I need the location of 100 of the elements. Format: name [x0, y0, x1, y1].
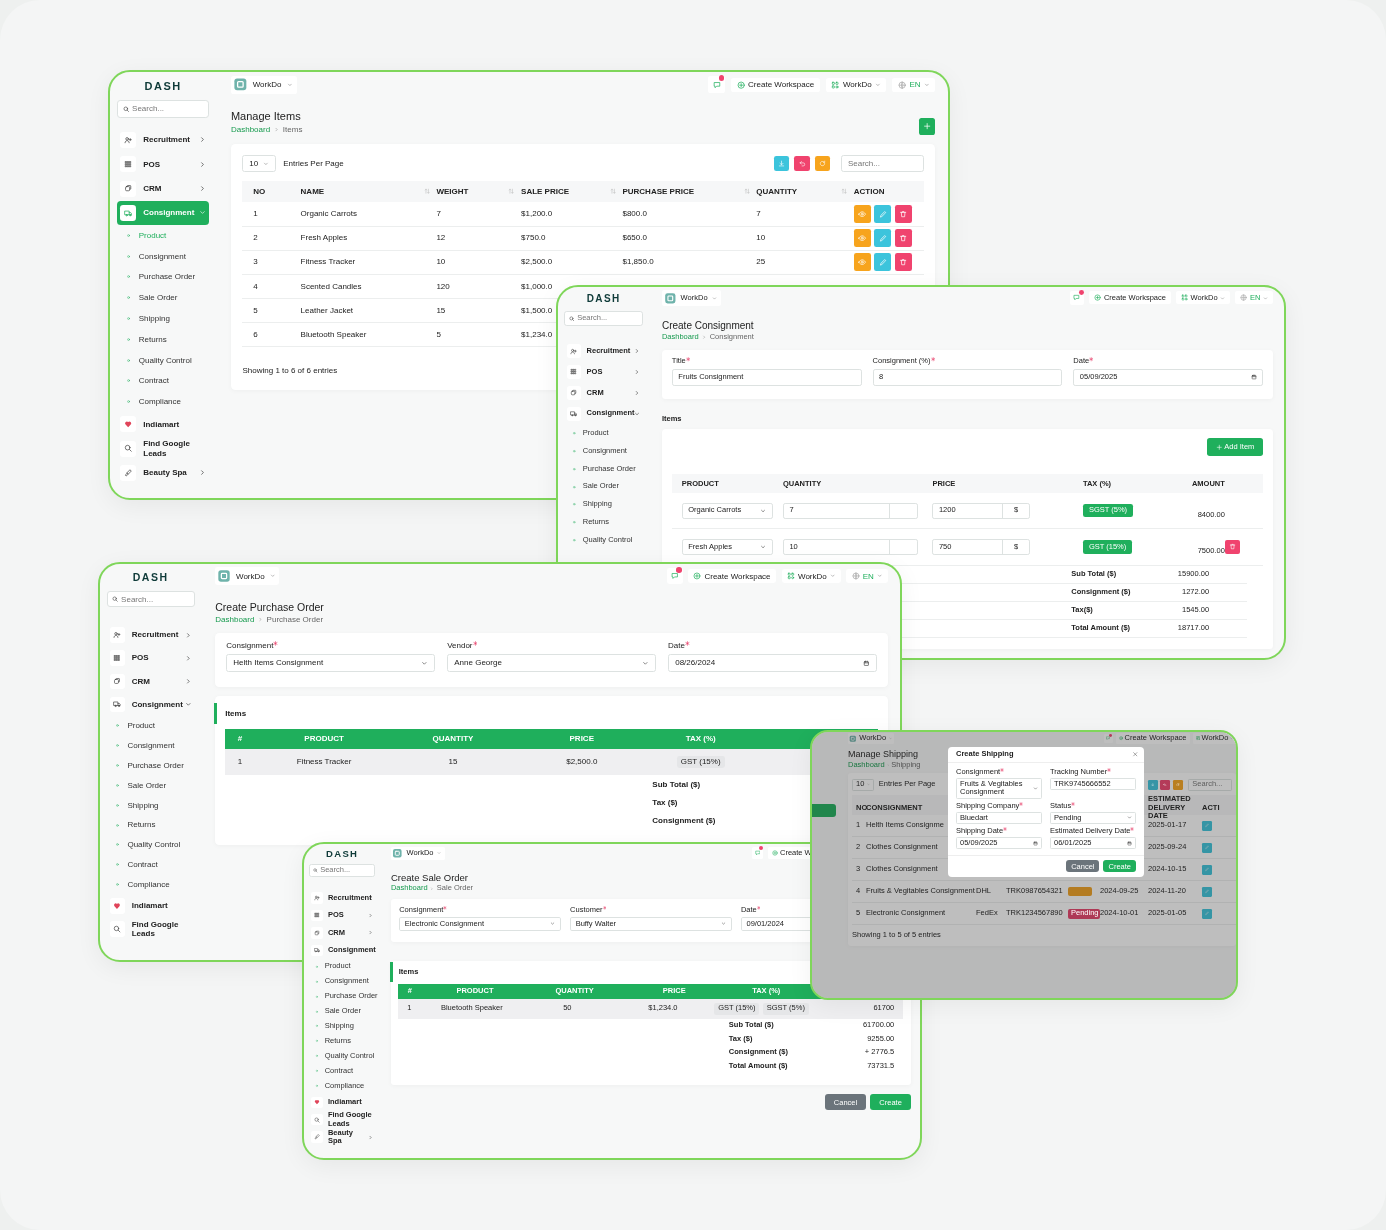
- sidebar-item[interactable]: Recruitment: [106, 623, 195, 647]
- table-cell: 7: [756, 209, 761, 219]
- bullet-icon: [115, 763, 121, 768]
- logo: DASH: [586, 293, 621, 305]
- sidebar-item[interactable]: CRM: [106, 669, 195, 693]
- column-header: PRICE: [569, 734, 594, 744]
- plus-icon: [1215, 443, 1223, 451]
- sidebar-item[interactable]: Indiamart: [106, 894, 195, 918]
- table-cell: 6: [253, 329, 258, 339]
- sidebar-subitem[interactable]: Purchase Order: [106, 755, 195, 776]
- view-button[interactable]: [853, 229, 871, 247]
- create-workspace-button[interactable]: Create Workspace: [688, 569, 777, 584]
- sidebar-item[interactable]: POS: [117, 152, 210, 177]
- sidebar-subitem[interactable]: Shipping: [117, 308, 210, 329]
- date-field[interactable]: 08/26/2024: [668, 653, 877, 673]
- delete-button[interactable]: [1224, 539, 1240, 555]
- download-button[interactable]: [774, 156, 790, 172]
- sidebar-subitem[interactable]: Sale Order: [117, 287, 210, 309]
- delete-button[interactable]: [894, 229, 912, 247]
- sidebar-item[interactable]: POS: [106, 646, 195, 670]
- bullet-icon: [115, 881, 121, 887]
- sidebar-subitem[interactable]: Consignment: [106, 735, 195, 756]
- sidebar-subitem[interactable]: Compliance: [117, 391, 210, 413]
- sidebar-item[interactable]: Indiamart: [117, 412, 210, 437]
- search-field[interactable]: Search...: [117, 100, 210, 118]
- refresh-button[interactable]: [814, 156, 831, 172]
- breadcrumb-link[interactable]: Dashboard: [215, 615, 255, 625]
- search-field[interactable]: Search...: [106, 590, 195, 608]
- sidebar-item[interactable]: Find Google Leads: [106, 917, 195, 941]
- chat-button[interactable]: [666, 568, 683, 585]
- trash-icon: [899, 209, 908, 219]
- edit-button[interactable]: [874, 229, 892, 247]
- sidebar-subitem[interactable]: Shipping: [106, 795, 195, 816]
- column-header: WEIGHT: [436, 187, 469, 197]
- table-cell: $1,234.0: [521, 329, 553, 339]
- search-icon: [113, 925, 122, 933]
- entries-label: Entries Per Page: [283, 159, 344, 169]
- undo-button[interactable]: [1160, 779, 1171, 790]
- create-workspace-button[interactable]: Create Workspace: [730, 77, 820, 92]
- delete-button[interactable]: [894, 253, 912, 271]
- chat-button[interactable]: [751, 847, 764, 860]
- breadcrumb-link[interactable]: Dashboard: [230, 124, 271, 135]
- close-button[interactable]: [1131, 751, 1138, 758]
- sidebar-subitem[interactable]: Contract: [117, 370, 210, 392]
- sidebar-subitem[interactable]: Returns: [117, 329, 210, 350]
- sort-icon: [423, 188, 430, 195]
- edit-button[interactable]: [1202, 820, 1212, 831]
- view-button[interactable]: [853, 205, 871, 223]
- brush-icon: [124, 468, 133, 478]
- apps-icon: [831, 80, 840, 89]
- sidebar-subitem[interactable]: Purchase Order: [117, 266, 210, 288]
- sidebar-item[interactable]: Consignment: [106, 692, 195, 716]
- column-header: PRODUCT: [304, 734, 344, 744]
- sidebar-item[interactable]: Recruitment: [117, 127, 210, 153]
- edit-button[interactable]: [1202, 842, 1212, 853]
- workspace-switcher[interactable]: WorkDo: [825, 77, 887, 92]
- search-field[interactable]: Search...: [840, 155, 924, 173]
- download-button[interactable]: [1147, 779, 1158, 790]
- sidebar-subitem[interactable]: Sale Order: [106, 775, 195, 796]
- refresh-button[interactable]: [1172, 779, 1183, 790]
- edit-button[interactable]: [1202, 864, 1212, 875]
- sidebar-subitem[interactable]: Quality Control: [117, 349, 210, 371]
- sidebar-subitem[interactable]: Quality Control: [106, 834, 195, 855]
- entries-summary: Showing 1 to 6 of 6 entries: [242, 365, 338, 376]
- delete-button[interactable]: [894, 205, 912, 223]
- sidebar-subitem[interactable]: Compliance: [106, 874, 195, 895]
- sidebar-item[interactable]: Find Google Leads: [117, 436, 210, 461]
- eye-icon: [858, 233, 867, 243]
- select-field[interactable]: Anne George: [447, 653, 656, 673]
- sidebar-subitem[interactable]: Contract: [106, 854, 195, 875]
- logo: DASH: [132, 571, 169, 584]
- workspace-selector[interactable]: WorkDo: [215, 567, 280, 586]
- bullet-icon: [315, 994, 320, 999]
- edit-button[interactable]: [874, 205, 892, 223]
- bullet-icon: [126, 336, 132, 342]
- page-title: Manage Shipping: [848, 749, 920, 760]
- sidebar-item[interactable]: CRM: [117, 176, 210, 201]
- edit-button[interactable]: [874, 253, 892, 271]
- chat-button[interactable]: [1104, 734, 1113, 743]
- sidebar-subitem[interactable]: Returns: [106, 815, 195, 835]
- pencil-icon: [1204, 823, 1210, 828]
- table-cell: 1: [253, 209, 258, 219]
- edit-button[interactable]: [1202, 908, 1212, 919]
- section-accent: [214, 702, 218, 724]
- select-field[interactable]: Helth Items Consignment: [226, 653, 435, 673]
- sidebar-item[interactable]: Beauty Spa: [117, 460, 210, 486]
- chat-button[interactable]: [708, 76, 726, 94]
- add-button[interactable]: [918, 118, 936, 135]
- sidebar-subitem[interactable]: Consignment: [117, 245, 210, 267]
- edit-button[interactable]: [1202, 886, 1212, 897]
- caret-icon: [923, 81, 930, 88]
- bullet-icon: [126, 378, 132, 384]
- undo-button[interactable]: [794, 156, 810, 172]
- chat-button[interactable]: [1069, 290, 1085, 306]
- view-button[interactable]: [853, 253, 871, 271]
- download-icon: [1150, 782, 1155, 787]
- workspace-selector[interactable]: WorkDo: [230, 75, 297, 95]
- workspace-switcher[interactable]: WorkDo: [781, 569, 841, 584]
- entries-select[interactable]: 10: [242, 155, 276, 173]
- sidebar-subitem[interactable]: Product: [106, 716, 195, 736]
